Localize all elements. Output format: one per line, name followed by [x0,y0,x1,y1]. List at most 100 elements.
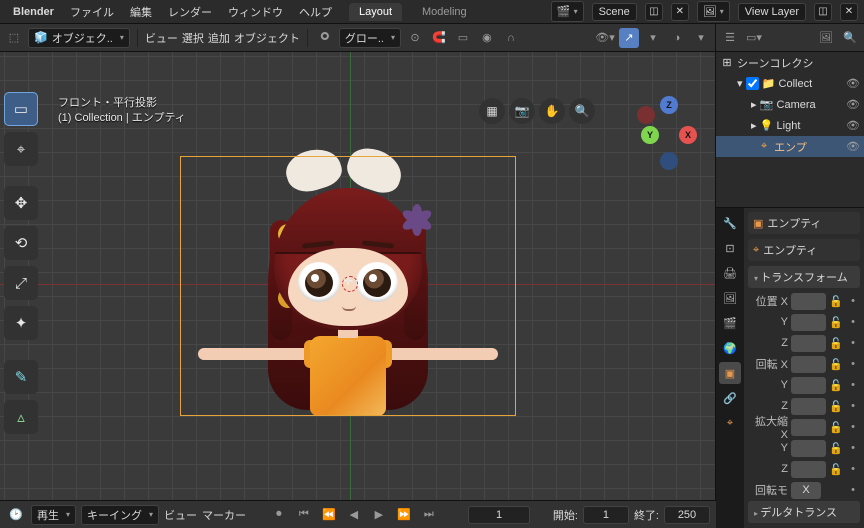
outliner-item-camera[interactable]: ▸ 📷 Camera 👁 [716,94,864,115]
scale-y-field[interactable] [791,440,826,457]
rotation-mode-selector[interactable]: X [791,482,821,499]
overlays-toggle[interactable]: ◑ [667,28,687,48]
end-frame-field[interactable]: 250 [664,506,710,524]
scale-z-field[interactable] [791,461,826,478]
orientation-icon[interactable]: 🞉 [315,28,335,48]
workspace-tab-modeling[interactable]: Modeling [412,3,477,21]
pan-view-icon[interactable]: ✋ [539,98,565,124]
menu-render[interactable]: レンダー [161,1,219,23]
location-z-field[interactable] [791,335,826,352]
lock-icon[interactable]: 🔓 [829,421,843,434]
gizmo-toggle[interactable]: ↗ [619,28,639,48]
keying-menu[interactable]: キーイング [81,505,159,525]
start-frame-field[interactable]: 1 [583,506,629,524]
menu-edit[interactable]: 編集 [123,1,159,23]
timeline-editor-icon[interactable]: 🕑 [6,505,26,525]
scene-delete-button[interactable]: ✕ [671,3,689,21]
tool-cursor[interactable]: ⌖ [4,132,38,166]
viewlayer-dropdown-icon[interactable]: 🖼 [697,1,730,22]
lock-icon[interactable]: 🔓 [829,295,843,308]
lock-icon[interactable]: 🔓 [829,316,843,329]
vp-menu-select[interactable]: 選択 [182,30,204,46]
outliner-filter-icon[interactable]: 🖼 [816,28,836,48]
outliner-search-icon[interactable]: 🔍 [840,28,860,48]
panel-delta-transform[interactable]: デルタトランス [748,501,860,523]
timeline-menu-marker[interactable]: マーカー [202,507,246,523]
scene-name-field[interactable]: Scene [592,3,637,21]
editor-type-icon[interactable]: ⬚ [4,28,24,48]
tool-transform[interactable]: ✦ [4,306,38,340]
current-frame-field[interactable]: 1 [468,506,530,524]
visibility-eye-icon[interactable]: 👁 [846,77,860,90]
gizmo-z[interactable]: Z [660,96,678,114]
outliner-display-mode[interactable]: ▭▾ [744,28,764,48]
lock-icon[interactable]: 🔓 [829,442,843,455]
gizmo-x[interactable]: X [679,126,697,144]
visibility-eye-icon[interactable]: 👁 [846,98,860,111]
pivot-icon[interactable]: ⊙ [405,28,425,48]
jump-start-icon[interactable]: ⏮ [294,505,314,525]
proportional-edit-toggle[interactable]: ◉ [477,28,497,48]
outliner-editor-icon[interactable]: ☰ [720,28,740,48]
panel-transform[interactable]: トランスフォーム [748,266,860,288]
timeline-menu-view[interactable]: ビュー [164,507,197,523]
location-y-field[interactable] [791,314,826,331]
object-name-field[interactable]: ⌖ エンプティ [748,239,860,261]
tool-annotate[interactable]: ✎ [4,360,38,394]
viewlayer-name-field[interactable]: View Layer [738,3,806,21]
lock-icon[interactable]: 🔓 [829,379,843,392]
mode-selector[interactable]: 🧊 オブジェク.. [28,28,130,48]
viewport-3d[interactable]: フロント・平行投影 (1) Collection | エンプティ ▭ ⌖ ✥ ⟲… [0,52,715,500]
play-icon[interactable]: ▶ [369,505,389,525]
collection-enable-checkbox[interactable] [746,77,759,90]
snap-options[interactable]: ▭ [453,28,473,48]
lock-icon[interactable]: 🔓 [829,358,843,371]
tool-rotate[interactable]: ⟲ [4,226,38,260]
gizmo-options[interactable]: ▾ [643,28,663,48]
tab-scene[interactable]: 🎬 [719,312,741,334]
workspace-tab-layout[interactable]: Layout [349,3,402,21]
orientation-selector[interactable]: グロー.. [339,28,401,48]
toggle-camera-icon[interactable]: 📷 [509,98,535,124]
autokey-toggle[interactable]: ⏺ [269,505,289,525]
tab-render[interactable]: ⊡ [719,237,741,259]
vp-menu-object[interactable]: オブジェクト [234,30,300,46]
tool-move[interactable]: ✥ [4,186,38,220]
visibility-eye-icon[interactable]: 👁 [846,140,860,153]
menu-window[interactable]: ウィンドウ [221,1,290,23]
outliner-item-light[interactable]: ▸ 💡 Light 👁 [716,115,864,136]
lock-icon[interactable]: 🔓 [829,400,843,413]
vp-menu-add[interactable]: 追加 [208,30,230,46]
menu-file[interactable]: ファイル [63,1,121,23]
tool-scale[interactable]: ⤢ [4,266,38,300]
tab-tool[interactable]: 🔧 [719,212,741,234]
viewlayer-new-button[interactable]: ◫ [814,3,832,21]
tab-object[interactable]: ▣ [719,362,741,384]
viewlayer-delete-button[interactable]: ✕ [840,3,858,21]
location-x-field[interactable] [791,293,826,310]
playback-menu[interactable]: 再生 [31,505,76,525]
toggle-quad-icon[interactable]: ▦ [479,98,505,124]
tab-world[interactable]: 🌍 [719,337,741,359]
tab-constraints[interactable]: 🔗 [719,387,741,409]
tab-output[interactable]: 🖨 [719,262,741,284]
outliner-item-collection[interactable]: ▾ 📁 Collect 👁 [716,73,864,94]
gizmo-neg-x[interactable] [637,106,655,124]
play-reverse-icon[interactable]: ◀ [344,505,364,525]
visibility-eye-icon[interactable]: 👁 [846,119,860,132]
lock-icon[interactable]: 🔓 [829,337,843,350]
rotation-y-field[interactable] [791,377,826,394]
gizmo-y[interactable]: Y [641,126,659,144]
outliner[interactable]: ⊞ シーンコレクシ ▾ 📁 Collect 👁 ▸ 📷 Camera 👁 ▸ 💡… [716,52,864,208]
lock-icon[interactable]: 🔓 [829,463,843,476]
jump-prevkey-icon[interactable]: ⏪ [319,505,339,525]
menu-help[interactable]: ヘルプ [292,1,339,23]
visibility-toggle[interactable]: 👁▾ [595,28,615,48]
outliner-item-empty[interactable]: ⌖ エンプ 👁 [716,136,864,157]
zoom-view-icon[interactable]: 🔍 [569,98,595,124]
gizmo-neg-z[interactable] [660,152,678,170]
vp-menu-view[interactable]: ビュー [145,30,178,46]
jump-nextkey-icon[interactable]: ⏩ [394,505,414,525]
tab-viewlayer[interactable]: 🖼 [719,287,741,309]
jump-end-icon[interactable]: ⏭ [419,505,439,525]
